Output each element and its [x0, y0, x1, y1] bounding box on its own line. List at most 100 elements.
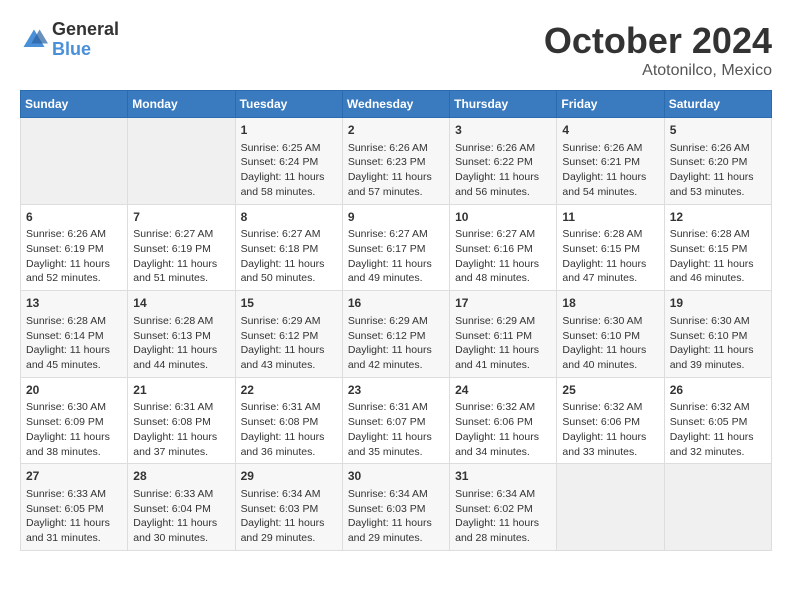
calendar-cell: 14Sunrise: 6:28 AMSunset: 6:13 PMDayligh…: [128, 291, 235, 378]
day-info: Daylight: 11 hours and 34 minutes.: [455, 431, 539, 458]
day-info: Sunset: 6:08 PM: [241, 416, 319, 428]
day-number: 23: [348, 382, 444, 399]
day-info: Daylight: 11 hours and 36 minutes.: [241, 431, 325, 458]
location: Atotonilco, Mexico: [544, 62, 772, 80]
header-sunday: Sunday: [21, 91, 128, 118]
calendar-cell: 29Sunrise: 6:34 AMSunset: 6:03 PMDayligh…: [235, 464, 342, 551]
day-info: Sunset: 6:21 PM: [562, 156, 640, 168]
day-info: Sunrise: 6:30 AM: [670, 315, 750, 327]
calendar-cell: 12Sunrise: 6:28 AMSunset: 6:15 PMDayligh…: [664, 204, 771, 291]
day-number: 15: [241, 295, 337, 312]
day-number: 6: [26, 209, 122, 226]
day-info: Sunset: 6:05 PM: [26, 503, 104, 515]
day-info: Sunrise: 6:34 AM: [455, 488, 535, 500]
day-info: Sunrise: 6:27 AM: [133, 228, 213, 240]
day-info: Sunset: 6:12 PM: [348, 330, 426, 342]
day-info: Sunrise: 6:26 AM: [670, 142, 750, 154]
day-info: Daylight: 11 hours and 37 minutes.: [133, 431, 217, 458]
day-number: 10: [455, 209, 551, 226]
day-info: Sunrise: 6:26 AM: [348, 142, 428, 154]
day-info: Sunrise: 6:28 AM: [26, 315, 106, 327]
calendar-table: SundayMondayTuesdayWednesdayThursdayFrid…: [20, 90, 772, 551]
day-number: 22: [241, 382, 337, 399]
calendar-cell: 30 Sunrise: 6:34 AM Sunset: 6:03 PM Dayligh…: [342, 464, 449, 551]
day-info: Daylight: 11 hours and 52 minutes.: [26, 258, 110, 285]
day-info: Daylight: 11 hours and 57 minutes.: [348, 171, 432, 198]
day-info: Sunset: 6:06 PM: [455, 416, 533, 428]
calendar-cell: 1Sunrise: 6:25 AMSunset: 6:24 PMDaylight…: [235, 118, 342, 205]
day-number: 30: [348, 468, 444, 485]
day-info: Sunset: 6:03 PM: [348, 503, 426, 515]
calendar-week-row: 1Sunrise: 6:25 AMSunset: 6:24 PMDaylight…: [21, 118, 772, 205]
day-number: 14: [133, 295, 229, 312]
day-info: Sunrise: 6:31 AM: [348, 401, 428, 413]
day-info: Sunset: 6:18 PM: [241, 243, 319, 255]
calendar-week-row: 27 Sunrise: 6:33 AM Sunset: 6:05 PM Dayligh…: [21, 464, 772, 551]
day-info: Daylight: 11 hours and 44 minutes.: [133, 344, 217, 371]
calendar-cell: 10Sunrise: 6:27 AMSunset: 6:16 PMDayligh…: [450, 204, 557, 291]
header-wednesday: Wednesday: [342, 91, 449, 118]
day-number: 24: [455, 382, 551, 399]
month-title: October 2024: [544, 20, 772, 62]
day-info: Daylight: 11 hours and 46 minutes.: [670, 258, 754, 285]
day-info: Sunset: 6:12 PM: [241, 330, 319, 342]
logo-icon: [20, 26, 48, 54]
logo: General Blue: [20, 20, 119, 60]
day-number: 5: [670, 122, 766, 139]
day-number: 7: [133, 209, 229, 226]
calendar-cell: 6Sunrise: 6:26 AMSunset: 6:19 PMDaylight…: [21, 204, 128, 291]
day-info: Sunset: 6:19 PM: [133, 243, 211, 255]
calendar-cell: 28Sunrise: 6:33 AMSunset: 6:04 PMDayligh…: [128, 464, 235, 551]
calendar-cell: 11Sunrise: 6:28 AMSunset: 6:15 PMDayligh…: [557, 204, 664, 291]
day-info: Daylight: 11 hours and 48 minutes.: [455, 258, 539, 285]
day-info: Sunrise: 6:27 AM: [455, 228, 535, 240]
day-number: 19: [670, 295, 766, 312]
calendar-cell: 26Sunrise: 6:32 AMSunset: 6:05 PMDayligh…: [664, 377, 771, 464]
day-info: Sunrise: 6:30 AM: [562, 315, 642, 327]
day-info: Sunrise: 6:29 AM: [455, 315, 535, 327]
header-saturday: Saturday: [664, 91, 771, 118]
calendar-week-row: 20Sunrise: 6:30 AMSunset: 6:09 PMDayligh…: [21, 377, 772, 464]
day-info: Sunrise: 6:26 AM: [26, 228, 106, 240]
day-info: Daylight: 11 hours and 30 minutes.: [133, 517, 217, 544]
day-number: 9: [348, 209, 444, 226]
day-info: Daylight: 11 hours and 39 minutes.: [670, 344, 754, 371]
calendar-cell: 2Sunrise: 6:26 AMSunset: 6:23 PMDaylight…: [342, 118, 449, 205]
day-number: 3: [455, 122, 551, 139]
day-info: Sunset: 6:17 PM: [348, 243, 426, 255]
day-info: Sunrise: 6:34 AM: [348, 488, 428, 500]
logo-blue-text: Blue: [52, 40, 119, 60]
day-info: Daylight: 11 hours and 58 minutes.: [241, 171, 325, 198]
day-info: Daylight: 11 hours and 47 minutes.: [562, 258, 646, 285]
day-number: 17: [455, 295, 551, 312]
day-info: Daylight: 11 hours and 33 minutes.: [562, 431, 646, 458]
day-number: 18: [562, 295, 658, 312]
day-info: Daylight: 11 hours and 53 minutes.: [670, 171, 754, 198]
day-number: 2: [348, 122, 444, 139]
day-info: Sunrise: 6:27 AM: [348, 228, 428, 240]
day-info: Sunset: 6:15 PM: [670, 243, 748, 255]
day-info: Sunrise: 6:32 AM: [455, 401, 535, 413]
day-info: Sunrise: 6:33 AM: [26, 488, 106, 500]
day-info: Sunset: 6:10 PM: [670, 330, 748, 342]
day-info: Daylight: 11 hours and 42 minutes.: [348, 344, 432, 371]
calendar-cell: 16Sunrise: 6:29 AMSunset: 6:12 PMDayligh…: [342, 291, 449, 378]
calendar-cell: 24 Sunrise: 6:32 AM Sunset: 6:06 PM Dayligh…: [450, 377, 557, 464]
day-info: Sunrise: 6:27 AM: [241, 228, 321, 240]
day-number: 12: [670, 209, 766, 226]
calendar-cell: 20Sunrise: 6:30 AMSunset: 6:09 PMDayligh…: [21, 377, 128, 464]
day-info: Sunset: 6:24 PM: [241, 156, 319, 168]
day-info: Sunset: 6:06 PM: [562, 416, 640, 428]
calendar-cell: [664, 464, 771, 551]
day-info: Daylight: 11 hours and 29 minutes.: [348, 517, 432, 544]
calendar-cell: 18 Sunrise: 6:30 AM Sunset: 6:10 PM Dayligh…: [557, 291, 664, 378]
day-number: 27: [26, 468, 122, 485]
day-number: 28: [133, 468, 229, 485]
calendar-cell: 27Sunrise: 6:33 AMSunset: 6:05 PMDayligh…: [21, 464, 128, 551]
day-number: 8: [241, 209, 337, 226]
day-info: Daylight: 11 hours and 40 minutes.: [562, 344, 646, 371]
page-header: General Blue October 2024 Atotonilco, Me…: [20, 20, 772, 80]
day-number: 20: [26, 382, 122, 399]
day-info: Sunrise: 6:26 AM: [562, 142, 642, 154]
day-info: Sunset: 6:10 PM: [562, 330, 640, 342]
